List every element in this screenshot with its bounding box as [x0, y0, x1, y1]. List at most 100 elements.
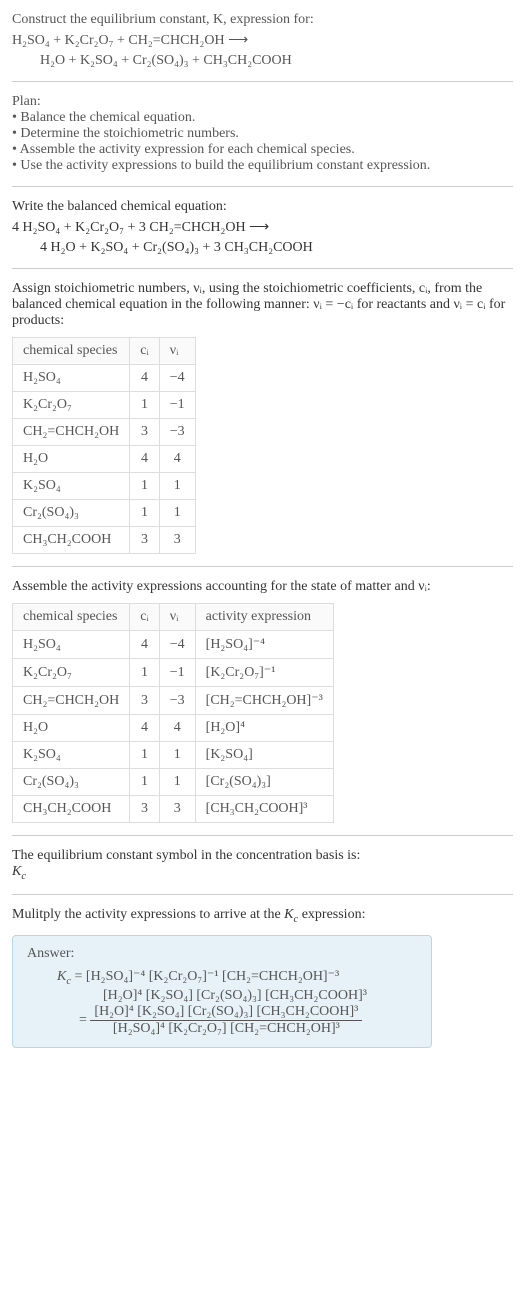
- activity-intro: Assemble the activity expressions accoun…: [12, 579, 513, 595]
- cell-c: 3: [130, 527, 160, 554]
- cell-v: 1: [159, 473, 195, 500]
- cell-species: CH₂=CHCH₂OH: [13, 687, 130, 715]
- cell-c: 1: [130, 769, 160, 796]
- divider: [12, 835, 513, 836]
- col-header: νᵢ: [159, 604, 195, 631]
- cell-activity: [K₂Cr₂O₇]⁻¹: [195, 659, 333, 687]
- frac-denominator: [H₂SO₄]⁴ [K₂Cr₂O₇] [CH₂=CHCH₂OH]³: [90, 1021, 362, 1037]
- table-row: CH₃CH₂COOH33: [13, 527, 196, 554]
- cell-c: 3: [130, 796, 160, 823]
- col-header: chemical species: [13, 338, 130, 365]
- cell-activity: [K₂SO₄]: [195, 742, 333, 769]
- cell-v: −1: [159, 659, 195, 687]
- cell-c: 4: [130, 715, 160, 742]
- answer-line1: Kc = [H₂SO₄]⁻⁴ [K₂Cr₂O₇]⁻¹ [CH₂=CHCH₂OH]…: [27, 968, 417, 987]
- cell-v: −4: [159, 631, 195, 659]
- divider: [12, 894, 513, 895]
- balanced-intro: Write the balanced chemical equation:: [12, 199, 513, 215]
- table-row: H₂SO₄4−4: [13, 365, 196, 392]
- cell-c: 1: [130, 392, 160, 419]
- balanced-rhs: 4 H₂O + K₂SO₄ + Cr₂(SO₄)₃ + 3 CH₃CH₂COOH: [12, 240, 513, 256]
- plan-item: • Assemble the activity expression for e…: [12, 142, 513, 158]
- cell-species: Cr₂(SO₄)₃: [13, 769, 130, 796]
- cell-v: −3: [159, 687, 195, 715]
- cell-v: 1: [159, 500, 195, 527]
- cell-v: 1: [159, 769, 195, 796]
- cell-activity: [CH₃CH₂COOH]³: [195, 796, 333, 823]
- divider: [12, 81, 513, 82]
- divider: [12, 566, 513, 567]
- col-header: chemical species: [13, 604, 130, 631]
- cell-species: H₂O: [13, 715, 130, 742]
- answer-title: Answer:: [27, 946, 417, 962]
- kc-symbol: Kc: [12, 864, 513, 882]
- cell-c: 3: [130, 419, 160, 446]
- table-header-row: chemical species cᵢ νᵢ: [13, 338, 196, 365]
- cell-activity: [H₂SO₄]⁻⁴: [195, 631, 333, 659]
- cell-species: K₂SO₄: [13, 473, 130, 500]
- cell-species: H₂SO₄: [13, 631, 130, 659]
- cell-c: 3: [130, 687, 160, 715]
- stoich-table: chemical species cᵢ νᵢ H₂SO₄4−4 K₂Cr₂O₇1…: [12, 337, 196, 554]
- plan-item: • Use the activity expressions to build …: [12, 158, 513, 174]
- cell-c: 4: [130, 365, 160, 392]
- cell-v: −4: [159, 365, 195, 392]
- cell-c: 4: [130, 631, 160, 659]
- answer-line2: [H₂O]⁴ [K₂SO₄] [Cr₂(SO₄)₃] [CH₃CH₂COOH]³: [27, 988, 417, 1004]
- table-row: K₂SO₄11: [13, 473, 196, 500]
- multiply-section: Mulitply the activity expressions to arr…: [12, 907, 513, 925]
- cell-v: 1: [159, 742, 195, 769]
- col-header: νᵢ: [159, 338, 195, 365]
- cell-v: −1: [159, 392, 195, 419]
- table-row: CH₃CH₂COOH33[CH₃CH₂COOH]³: [13, 796, 334, 823]
- divider: [12, 186, 513, 187]
- activity-table: chemical species cᵢ νᵢ activity expressi…: [12, 603, 334, 823]
- cell-activity: [CH₂=CHCH₂OH]⁻³: [195, 687, 333, 715]
- divider: [12, 268, 513, 269]
- cell-activity: [H₂O]⁴: [195, 715, 333, 742]
- cell-c: 1: [130, 473, 160, 500]
- plan-item: • Balance the chemical equation.: [12, 110, 513, 126]
- stoich-intro: Assign stoichiometric numbers, νᵢ, using…: [12, 281, 513, 329]
- kc-symbol-intro: The equilibrium constant symbol in the c…: [12, 848, 513, 864]
- cell-species: H₂O: [13, 446, 130, 473]
- balanced-lhs: 4 H₂SO₄ + K₂Cr₂O₇ + 3 CH₂=CHCH₂OH ⟶: [12, 219, 513, 236]
- cell-v: 3: [159, 527, 195, 554]
- table-row: H₂SO₄4−4[H₂SO₄]⁻⁴: [13, 631, 334, 659]
- cell-v: 3: [159, 796, 195, 823]
- cell-v: 4: [159, 715, 195, 742]
- cell-c: 4: [130, 446, 160, 473]
- table-row: H₂O44[H₂O]⁴: [13, 715, 334, 742]
- balanced-section: Write the balanced chemical equation: 4 …: [12, 199, 513, 256]
- col-header: activity expression: [195, 604, 333, 631]
- col-header: cᵢ: [130, 338, 160, 365]
- frac-numerator: [H₂O]⁴ [K₂SO₄] [Cr₂(SO₄)₃] [CH₃CH₂COOH]³: [90, 1004, 362, 1021]
- table-row: H₂O44: [13, 446, 196, 473]
- cell-species: CH₂=CHCH₂OH: [13, 419, 130, 446]
- plan-title: Plan:: [12, 94, 513, 110]
- cell-species: K₂Cr₂O₇: [13, 392, 130, 419]
- plan-section: Plan: • Balance the chemical equation. •…: [12, 94, 513, 174]
- table-row: Cr₂(SO₄)₃11: [13, 500, 196, 527]
- col-header: cᵢ: [130, 604, 160, 631]
- cell-c: 1: [130, 742, 160, 769]
- kc-symbol-section: The equilibrium constant symbol in the c…: [12, 848, 513, 882]
- intro-section: Construct the equilibrium constant, K, e…: [12, 12, 513, 69]
- table-row: K₂SO₄11[K₂SO₄]: [13, 742, 334, 769]
- cell-species: K₂Cr₂O₇: [13, 659, 130, 687]
- stoich-section: Assign stoichiometric numbers, νᵢ, using…: [12, 281, 513, 554]
- cell-species: CH₃CH₂COOH: [13, 527, 130, 554]
- answer-box: Answer: Kc = [H₂SO₄]⁻⁴ [K₂Cr₂O₇]⁻¹ [CH₂=…: [12, 935, 432, 1049]
- cell-species: CH₃CH₂COOH: [13, 796, 130, 823]
- cell-c: 1: [130, 659, 160, 687]
- table-row: K₂Cr₂O₇1−1: [13, 392, 196, 419]
- multiply-intro: Mulitply the activity expressions to arr…: [12, 907, 513, 925]
- cell-v: 4: [159, 446, 195, 473]
- cell-activity: [Cr₂(SO₄)₃]: [195, 769, 333, 796]
- cell-species: K₂SO₄: [13, 742, 130, 769]
- intro-reaction-rhs: H₂O + K₂SO₄ + Cr₂(SO₄)₃ + CH₃CH₂COOH: [12, 53, 513, 69]
- activity-section: Assemble the activity expressions accoun…: [12, 579, 513, 823]
- intro-text: Construct the equilibrium constant, K, e…: [12, 12, 513, 28]
- table-row: CH₂=CHCH₂OH3−3: [13, 419, 196, 446]
- table-row: CH₂=CHCH₂OH3−3[CH₂=CHCH₂OH]⁻³: [13, 687, 334, 715]
